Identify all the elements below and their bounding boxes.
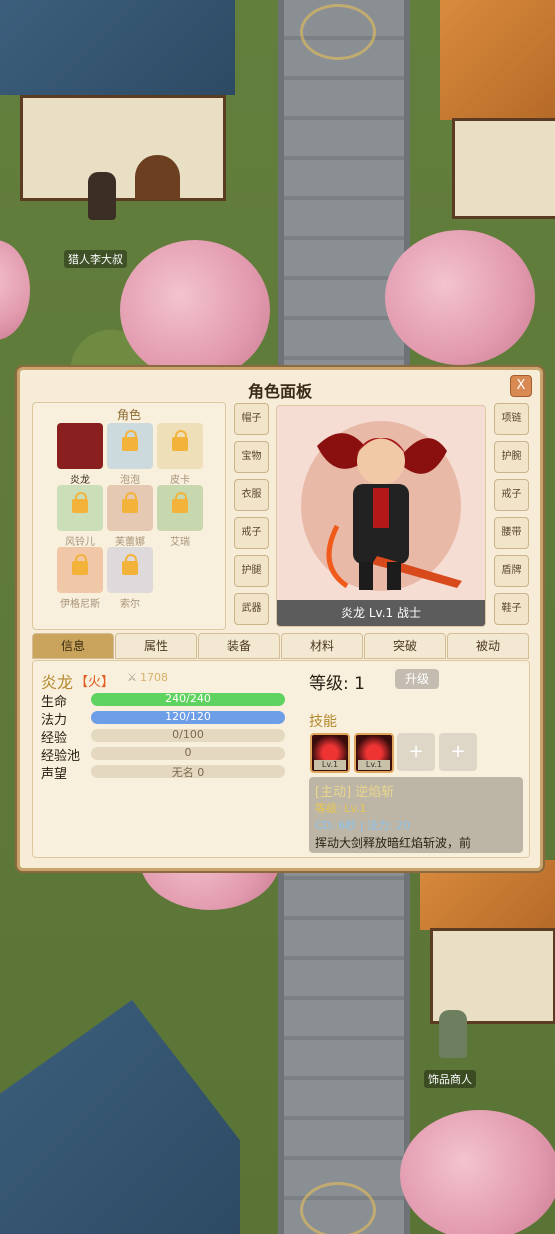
tab-4[interactable]: 突破 [364,633,446,659]
empty-skill-slot[interactable]: + [397,733,435,771]
hero-card-name: 艾瑞 [170,537,190,548]
right-equip-slot[interactable]: 盾牌 [494,555,529,587]
tab-0[interactable]: 信息 [32,633,114,659]
stat-value: 120/120 [165,711,211,723]
panel-tabs: 信息 属性 装备 材料 突破 被动 [32,633,529,659]
left-equip-slot[interactable]: 武器 [234,593,269,625]
stat-bar: 120/120 [91,711,285,724]
right-equip-slot[interactable]: 腰带 [494,517,529,549]
lock-icon [122,430,138,451]
level-label: 等级: 1 [309,674,365,694]
panel-title: 角色面板 [247,382,312,401]
merchant-npc-label: 饰品商人 [424,1070,476,1088]
hero-name-bar: 炎龙 Lv.1 战士 [277,600,485,626]
house-bottom-left [0,1000,240,1234]
skill-detail-box: [主动] 逆焰斩 等级: Lv.1 CD: 6秒 | 法力: 20 挥动大剑释放… [309,777,523,853]
rune-circle-bottom [300,1182,376,1234]
skill-cooldown: CD: 6秒 | 法力: 20 [315,819,411,832]
lock-icon [72,492,88,513]
skill-level-detail: 等级: Lv.1 [315,802,367,815]
hero-portrait: 炎龙 Lv.1 战士 [276,405,486,627]
stat-value: 无名 0 [171,766,205,778]
hero-illustration [301,421,462,591]
right-equip-slot[interactable]: 鞋子 [494,593,529,625]
stat-value: 0/100 [172,729,204,741]
tab-3[interactable]: 材料 [281,633,363,659]
left-equip-slot[interactable]: 衣服 [234,479,269,511]
cherry-tree [385,230,535,365]
lock-icon [122,554,138,575]
hero-card[interactable]: 芙蕾娜 [107,485,153,548]
stat-bar: 无名 0 [91,765,285,778]
sword-icon: ⚔ [127,671,137,684]
stat-value: 0 [184,747,192,759]
stat-label: 生命 [41,695,68,710]
skill-slot-1[interactable]: Lv.1 [310,733,350,773]
cherry-tree [400,1110,555,1234]
rune-circle-top [300,4,376,60]
house-bottom-right [420,860,555,1030]
merchant-npc[interactable] [439,1010,467,1058]
info-section: 炎龙 【火】 ⚔ 1708 生命 240/240 法力 120/120 经验 0/100 经… [32,660,530,858]
close-button[interactable]: X [510,375,532,397]
skill-name: [主动] 逆焰斩 [315,785,395,800]
upgrade-button[interactable]: 升级 [395,669,439,689]
hero-card[interactable]: 艾瑞 [157,485,203,548]
right-equip-slot[interactable]: 戒子 [494,479,529,511]
combat-power: 1708 [140,671,168,684]
hero-card[interactable]: 炎龙 [57,423,103,486]
skill-description: 挥动大剑释放暗红焰斩波，前 [315,836,472,850]
stat-bar: 240/240 [91,693,285,706]
left-equip-slot[interactable]: 戒子 [234,517,269,549]
hero-card[interactable]: 泡泡 [107,423,153,486]
hero-card[interactable]: 索尔 [107,547,153,610]
hunter-npc-label: 猎人李大叔 [64,250,127,268]
left-equip-slot[interactable]: 护腿 [234,555,269,587]
stat-bar: 0 [91,747,285,760]
cherry-tree [120,240,270,380]
tab-1[interactable]: 属性 [115,633,197,659]
tab-2[interactable]: 装备 [198,633,280,659]
hero-element: 【火】 [75,675,115,690]
hero-name: 炎龙 [41,673,74,692]
skill-level: Lv.1 [358,760,390,770]
stat-label: 法力 [41,713,68,728]
lock-icon [172,430,188,451]
hero-avatar [57,423,103,469]
right-equip-slot[interactable]: 项链 [494,403,529,435]
stat-label: 经验 [41,731,68,746]
skill-level: Lv.1 [314,760,346,770]
hero-card-name: 皮卡 [170,475,190,486]
stat-value: 240/240 [165,693,211,705]
left-equip-slot[interactable]: 宝物 [234,441,269,473]
hero-roster: 角色 炎龙 泡泡皮卡风铃儿 芙蕾娜艾瑞伊格尼斯索尔 [32,402,226,630]
skills-title: 技能 [309,714,337,730]
hunter-npc[interactable] [88,172,116,220]
hero-card-name: 索尔 [120,599,140,610]
right-equip-slot[interactable]: 护腕 [494,441,529,473]
tab-5[interactable]: 被动 [447,633,529,659]
empty-skill-slot[interactable]: + [439,733,477,771]
roster-title: 角色 [116,408,141,422]
house-top-right [440,0,555,230]
stat-label: 声望 [41,767,68,782]
skill-slot-2[interactable]: Lv.1 [354,733,394,773]
lock-icon [172,492,188,513]
stat-label: 经验池 [41,749,81,764]
hero-card[interactable]: 皮卡 [157,423,203,486]
character-panel: 角色面板 X 角色 炎龙 泡泡 皮卡 风铃儿 芙蕾娜 艾瑞 伊格尼斯 索尔 帽子 宝物 衣服 戒子护… [17,367,543,871]
house-top-left [0,0,235,205]
stat-bar: 0/100 [91,729,285,742]
hero-card[interactable]: 风铃儿 [57,485,103,548]
lock-icon [72,554,88,575]
hero-card[interactable]: 伊格尼斯 [57,547,103,610]
left-equip-slot[interactable]: 帽子 [234,403,269,435]
lock-icon [122,492,138,513]
